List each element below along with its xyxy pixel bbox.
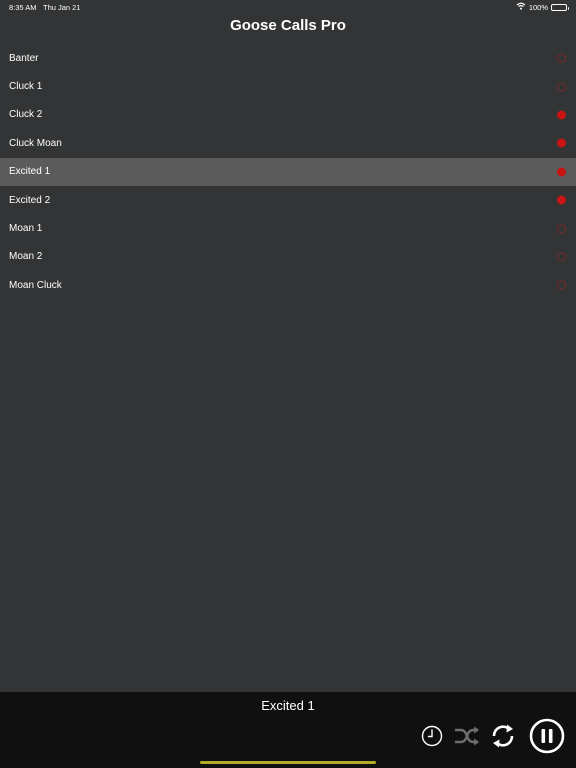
pause-icon [529,718,565,754]
battery-icon [551,3,569,11]
status-date: Thu Jan 21 [43,3,81,12]
call-row[interactable]: Moan 1 [0,214,576,242]
status-right: 100% [516,2,569,12]
call-label: Cluck 2 [9,109,43,121]
call-label: Moan 2 [9,251,43,263]
now-playing-title: Excited 1 [261,698,315,713]
call-indicator-dot[interactable] [557,252,566,262]
call-list: Banter Cluck 1 Cluck 2 Cluck Moan Excited 1 E… [0,44,576,300]
call-label: Moan Cluck [9,279,62,291]
call-indicator-dot[interactable] [557,53,566,63]
call-row[interactable]: Moan 2 [0,243,576,271]
call-row[interactable]: Moan Cluck [0,271,576,299]
call-indicator-dot[interactable] [557,138,566,148]
status-bar: 8:35 AM Thu Jan 21 100% [0,0,576,14]
app-title: Goose Calls Pro [230,17,346,34]
call-indicator-dot[interactable] [557,82,566,92]
shuffle-icon [455,726,479,746]
pause-button[interactable] [528,717,566,755]
call-indicator-dot[interactable] [557,110,566,120]
call-label: Banter [9,52,39,64]
player-bar: Excited 1 [0,692,576,768]
home-indicator [200,761,376,764]
call-row[interactable]: Excited 2 [0,186,576,214]
call-label: Moan 1 [9,223,43,235]
call-indicator-dot[interactable] [557,280,566,290]
shuffle-button[interactable] [452,723,482,749]
status-time: 8:35 AM [9,3,37,12]
battery-percent: 100% [528,2,548,12]
call-row[interactable]: Banter [0,44,576,72]
call-row[interactable]: Excited 1 [0,157,576,186]
repeat-icon [492,724,514,748]
repeat-button[interactable] [488,721,518,751]
timer-button[interactable] [420,724,444,748]
call-indicator-dot[interactable] [557,167,566,177]
call-indicator-dot[interactable] [557,195,566,205]
call-row[interactable]: Cluck Moan [0,129,576,157]
call-row[interactable]: Cluck 1 [0,72,576,100]
call-label: Excited 1 [9,166,51,178]
call-row[interactable]: Cluck 2 [0,101,576,129]
call-label: Excited 2 [9,194,51,206]
call-label: Cluck 1 [9,81,43,93]
call-indicator-dot[interactable] [557,224,566,234]
wifi-icon [516,2,526,12]
call-label: Cluck Moan [9,137,62,149]
clock-icon [421,725,443,747]
